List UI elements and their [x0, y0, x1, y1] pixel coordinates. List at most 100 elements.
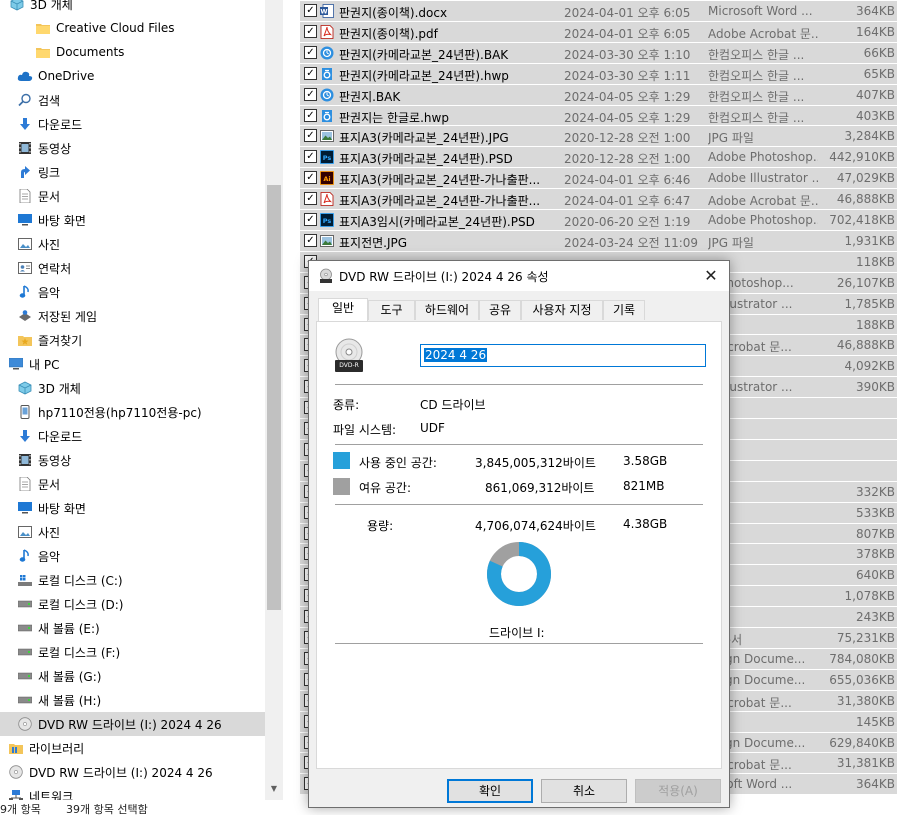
- apply-button[interactable]: 적용(A): [635, 779, 721, 803]
- sidebar-item[interactable]: 새 볼륨 (G:): [0, 664, 265, 688]
- tab-customize[interactable]: 사용자 지정: [521, 300, 603, 320]
- sidebar-item[interactable]: 내 PC: [0, 352, 265, 376]
- dialog-title-bar[interactable]: DVD RW 드라이브 (I:) 2024 4 26 속성 ✕: [309, 261, 729, 291]
- file-row[interactable]: ✓ 표지A3(카메라교본_24년판).JPG 2020-12-28 오전 1:00 J…: [300, 125, 897, 147]
- cancel-button[interactable]: 취소: [541, 779, 627, 803]
- file-row[interactable]: ✓ 판권지(카메라교본_24년판).BAK 2024-03-30 오후 1:10 한컴…: [300, 41, 897, 63]
- sidebar-item[interactable]: 새 볼륨 (E:): [0, 616, 265, 640]
- row-checkbox[interactable]: ✓: [304, 108, 317, 122]
- search-icon: [17, 92, 33, 108]
- sidebar-item[interactable]: 문서: [0, 472, 265, 496]
- row-checkbox[interactable]: ✓: [304, 192, 317, 206]
- file-name: 판권지(종이책).pdf: [339, 26, 438, 41]
- row-checkbox[interactable]: ✓: [304, 4, 317, 17]
- drive-name-input[interactable]: 2024 4 26: [420, 344, 706, 367]
- file-date: 2024-03-24 오전 11:09: [564, 235, 699, 250]
- sidebar-item[interactable]: OneDrive: [0, 64, 265, 88]
- sidebar-item[interactable]: 음악: [0, 280, 265, 304]
- computer-icon: [8, 356, 24, 372]
- row-checkbox[interactable]: ✓: [304, 87, 317, 101]
- file-size: 442,910KB: [829, 150, 895, 165]
- sidebar-item-label: 링크: [38, 165, 61, 180]
- row-checkbox[interactable]: ✓: [304, 233, 317, 247]
- selection-count: 39개 항목 선택함: [66, 803, 148, 815]
- sidebar-item-label: 음악: [38, 549, 61, 564]
- file-row[interactable]: ✓ Ps 표지A3(카메라교본_24년판).PSD 2020-12-28 오전 1:0…: [300, 146, 897, 168]
- sidebar-item[interactable]: 3D 개체: [0, 0, 265, 16]
- file-size: 533KB: [855, 505, 895, 520]
- file-date: 2024-03-30 오후 1:10: [564, 47, 691, 62]
- row-checkbox[interactable]: ✓: [304, 213, 317, 226]
- sidebar-item-label: 사진: [38, 237, 61, 252]
- sidebar-item[interactable]: 새 볼륨 (H:): [0, 688, 265, 712]
- pane-divider[interactable]: [283, 0, 300, 800]
- sidebar-item[interactable]: 문서: [0, 184, 265, 208]
- sidebar-item[interactable]: 바탕 화면: [0, 208, 265, 232]
- file-name: 표지A3(카메라교본_24년판-가나출판...: [339, 173, 541, 188]
- sidebar-item-label: 다운로드: [38, 429, 83, 444]
- tab-recording[interactable]: 기록: [603, 300, 645, 320]
- file-row[interactable]: ✓ 판권지(카메라교본_24년판).hwp 2024-03-30 오후 1:11 한컴…: [300, 62, 897, 84]
- sidebar-item[interactable]: Creative Cloud Files: [0, 16, 265, 40]
- sidebar-item[interactable]: 링크: [0, 160, 265, 184]
- tab-general[interactable]: 일반: [318, 298, 368, 321]
- navigation-scrollbar-thumb[interactable]: [267, 185, 281, 610]
- sidebar-item[interactable]: hp7110전용(hp7110전용-pc): [0, 400, 265, 424]
- tab-hardware[interactable]: 하드웨어: [415, 300, 479, 320]
- sidebar-item-label: DVD RW 드라이브 (I:) 2024 4 26: [29, 765, 213, 780]
- file-row[interactable]: ✓ 표지전면.JPG 2024-03-24 오전 11:09 JPG 파일 1,931K…: [300, 229, 897, 251]
- tab-tools[interactable]: 도구: [368, 300, 415, 320]
- row-checkbox[interactable]: ✓: [304, 66, 317, 80]
- file-row[interactable]: ✓ 판권지(종이책).pdf 2024-04-01 오후 6:05 Adobe Acr…: [300, 20, 897, 42]
- file-type: 한컴오피스 한글 ...: [708, 89, 805, 104]
- sidebar-item[interactable]: 사진: [0, 520, 265, 544]
- file-name: 표지A3임시(카메라교본_24년판).PSD: [339, 215, 535, 229]
- sidebar-item[interactable]: 로컬 디스크 (D:): [0, 592, 265, 616]
- sidebar-item[interactable]: 음악: [0, 544, 265, 568]
- row-checkbox[interactable]: ✓: [304, 45, 317, 59]
- ai-icon: Ai: [320, 171, 334, 186]
- file-type: 한컴오피스 한글 ...: [708, 68, 805, 83]
- file-row[interactable]: ✓ 판권지.BAK 2024-04-05 오후 1:29 한컴오피스 한글 ... 40…: [300, 83, 897, 105]
- sidebar-item[interactable]: 로컬 디스크 (F:): [0, 640, 265, 664]
- file-row[interactable]: ✓ Ai 표지A3(카메라교본_24년판-가나출판... 2024-04-01 오후 …: [300, 167, 897, 189]
- sidebar-item-label: 문서: [38, 189, 61, 204]
- sidebar-item[interactable]: 로컬 디스크 (C:): [0, 568, 265, 592]
- ok-button[interactable]: 확인: [447, 779, 533, 803]
- sidebar-item[interactable]: 다운로드: [0, 112, 265, 136]
- sidebar-item[interactable]: 네트워크: [0, 784, 265, 800]
- sidebar-item[interactable]: 3D 개체: [0, 376, 265, 400]
- file-row[interactable]: ✓ Ps 표지A3임시(카메라교본_24년판).PSD 2020-06-20 오전 1…: [300, 209, 897, 230]
- sidebar-item[interactable]: DVD RW 드라이브 (I:) 2024 4 26: [0, 712, 265, 736]
- scroll-down-arrow-icon[interactable]: ▼: [266, 784, 282, 798]
- sidebar-item[interactable]: 동영상: [0, 448, 265, 472]
- sidebar-item[interactable]: 바탕 화면: [0, 496, 265, 520]
- svg-text:Ps: Ps: [323, 154, 332, 162]
- row-checkbox[interactable]: ✓: [304, 129, 317, 143]
- sidebar-item[interactable]: 동영상: [0, 136, 265, 160]
- file-date: 2024-04-01 오후 6:46: [564, 173, 691, 188]
- close-icon[interactable]: ✕: [699, 265, 723, 287]
- row-checkbox[interactable]: ✓: [304, 150, 317, 164]
- sidebar-item[interactable]: 라이브러리: [0, 736, 265, 760]
- drive-icon: [17, 644, 33, 660]
- sidebar-item-label: 내 PC: [29, 357, 60, 372]
- file-date: 2024-03-30 오후 1:11: [564, 68, 691, 83]
- film-icon: [17, 140, 33, 156]
- row-checkbox[interactable]: ✓: [304, 24, 317, 38]
- sidebar-item[interactable]: 검색: [0, 88, 265, 112]
- file-size: 46,888KB: [836, 192, 895, 207]
- file-row[interactable]: ✓ 판권지는 한글로.hwp 2024-04-05 오후 1:29 한컴오피스 한글 …: [300, 104, 897, 126]
- file-row[interactable]: ✓ 표지A3(카메라교본_24년판-가나출판... 2024-04-01 오후 6:…: [300, 188, 897, 210]
- sidebar-item[interactable]: 저장된 게임: [0, 304, 265, 328]
- tab-sharing[interactable]: 공유: [479, 300, 521, 320]
- sidebar-item[interactable]: 다운로드: [0, 424, 265, 448]
- sidebar-item[interactable]: 즐겨찾기: [0, 328, 265, 352]
- sidebar-item[interactable]: 연락처: [0, 256, 265, 280]
- sidebar-item-label: 네트워크: [29, 789, 74, 801]
- row-checkbox[interactable]: ✓: [304, 171, 317, 185]
- sidebar-item[interactable]: 사진: [0, 232, 265, 256]
- sidebar-item[interactable]: Documents: [0, 40, 265, 64]
- sidebar-item[interactable]: DVD RW 드라이브 (I:) 2024 4 26: [0, 760, 265, 784]
- file-row[interactable]: ✓ W 판권지(종이책).docx 2024-04-01 오후 6:05 Microso…: [300, 0, 897, 21]
